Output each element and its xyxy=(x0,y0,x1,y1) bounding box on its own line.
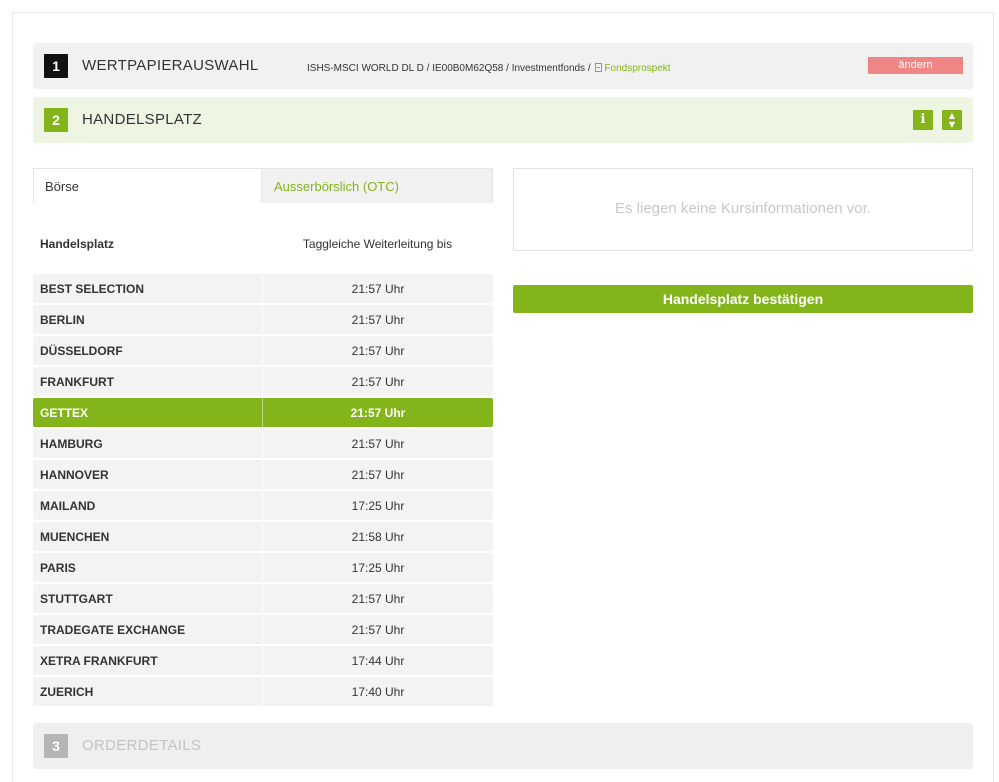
forwarding-time: 21:57 Uhr xyxy=(262,305,493,334)
forwarding-time: 17:40 Uhr xyxy=(262,677,493,706)
tab-exchange[interactable]: Börse xyxy=(33,168,262,203)
venue-row[interactable]: FRANKFURT 21:57 Uhr xyxy=(33,367,493,396)
pdf-icon xyxy=(595,63,603,72)
venue-tabs: Börse Ausserbörslich (OTC) xyxy=(33,168,493,203)
forwarding-time: 21:57 Uhr xyxy=(262,429,493,458)
forwarding-time: 21:57 Uhr xyxy=(262,336,493,365)
venue-table: BEST SELECTION 21:57 Uhr BERLIN 21:57 Uhr DÜ… xyxy=(33,274,493,708)
forwarding-time: 21:58 Uhr xyxy=(262,522,493,551)
venue-name: ZUERICH xyxy=(40,685,94,699)
fund-prospectus-label: Fondsprospekt xyxy=(604,63,671,74)
venue-name: TRADEGATE EXCHANGE xyxy=(40,623,186,637)
chevron-down-icon: ▼ xyxy=(948,120,956,129)
forwarding-time: 17:25 Uhr xyxy=(262,491,493,520)
change-button[interactable]: ändern xyxy=(868,57,963,74)
step-title: WERTPAPIERAUSWAHL xyxy=(82,57,259,74)
venue-name: HANNOVER xyxy=(40,468,109,482)
forwarding-time: 21:57 Uhr xyxy=(262,584,493,613)
venue-row[interactable]: HANNOVER 21:57 Uhr xyxy=(33,460,493,489)
venue-table-header: Handelsplatz Taggleiche Weiterleitung bi… xyxy=(33,237,493,255)
step-securities-selection: 1 WERTPAPIERAUSWAHL ISHS-MSCI WORLD DL D… xyxy=(33,43,973,89)
quote-info-message: Es liegen keine Kursinformationen vor. xyxy=(615,200,871,217)
venue-row[interactable]: ZUERICH 17:40 Uhr xyxy=(33,677,493,706)
venue-row[interactable]: DÜSSELDORF 21:57 Uhr xyxy=(33,336,493,365)
venue-name: MUENCHEN xyxy=(40,530,110,544)
forwarding-time: 17:25 Uhr xyxy=(262,553,493,582)
step-trading-venue: 2 HANDELSPLATZ i ▲ ▼ xyxy=(33,97,973,143)
step-order-details[interactable]: 3 ORDERDETAILS xyxy=(33,723,973,769)
venue-name: BERLIN xyxy=(40,313,85,327)
venue-row[interactable]: HAMBURG 21:57 Uhr xyxy=(33,429,493,458)
venue-name: XETRA FRANKFURT xyxy=(40,654,158,668)
forwarding-time: 21:57 Uhr xyxy=(262,367,493,396)
chevron-up-icon: ▲ xyxy=(948,111,956,120)
venue-name: BEST SELECTION xyxy=(40,282,145,296)
forwarding-time: 17:44 Uhr xyxy=(262,646,493,675)
venue-row[interactable]: TRADEGATE EXCHANGE 21:57 Uhr xyxy=(33,615,493,644)
venue-name: MAILAND xyxy=(40,499,96,513)
forwarding-time: 21:57 Uhr xyxy=(262,398,493,427)
order-page: 1 WERTPAPIERAUSWAHL ISHS-MSCI WORLD DL D… xyxy=(12,12,994,782)
sort-toggle-icon[interactable]: ▲ ▼ xyxy=(942,110,962,130)
venue-row[interactable]: STUTTGART 21:57 Uhr xyxy=(33,584,493,613)
security-description: ISHS-MSCI WORLD DL D / IE00B0M62Q58 / In… xyxy=(307,63,591,74)
forwarding-time: 21:57 Uhr xyxy=(262,615,493,644)
venue-row[interactable]: XETRA FRANKFURT 17:44 Uhr xyxy=(33,646,493,675)
step-title: HANDELSPLATZ xyxy=(82,111,203,128)
confirm-venue-button[interactable]: Handelsplatz bestätigen xyxy=(513,285,973,313)
venue-row[interactable]: BEST SELECTION 21:57 Uhr xyxy=(33,274,493,303)
quote-info-box: Es liegen keine Kursinformationen vor. xyxy=(513,168,973,251)
venue-row[interactable]: MUENCHEN 21:58 Uhr xyxy=(33,522,493,551)
venue-name: FRANKFURT xyxy=(40,375,114,389)
forwarding-time: 21:57 Uhr xyxy=(262,274,493,303)
venue-row[interactable]: BERLIN 21:57 Uhr xyxy=(33,305,493,334)
column-header-forwarding-time: Taggleiche Weiterleitung bis xyxy=(302,237,453,251)
venue-row[interactable]: GETTEX 21:57 Uhr xyxy=(33,398,493,427)
venue-name: PARIS xyxy=(40,561,76,575)
tab-otc[interactable]: Ausserbörslich (OTC) xyxy=(262,168,493,203)
venue-name: GETTEX xyxy=(40,406,89,420)
column-header-venue: Handelsplatz xyxy=(40,237,115,251)
forwarding-time: 21:57 Uhr xyxy=(262,460,493,489)
fund-prospectus-link[interactable]: Fondsprospekt xyxy=(595,63,671,74)
step-number: 2 xyxy=(44,108,68,132)
venue-name: DÜSSELDORF xyxy=(40,344,123,358)
info-icon[interactable]: i xyxy=(913,110,933,130)
venue-row[interactable]: PARIS 17:25 Uhr xyxy=(33,553,493,582)
venue-name: STUTTGART xyxy=(40,592,113,606)
venue-name: HAMBURG xyxy=(40,437,103,451)
step-title: ORDERDETAILS xyxy=(82,737,202,754)
security-info: ISHS-MSCI WORLD DL D / IE00B0M62Q58 / In… xyxy=(307,63,671,74)
venue-row[interactable]: MAILAND 17:25 Uhr xyxy=(33,491,493,520)
step-number: 1 xyxy=(44,54,68,78)
step-number: 3 xyxy=(44,734,68,758)
